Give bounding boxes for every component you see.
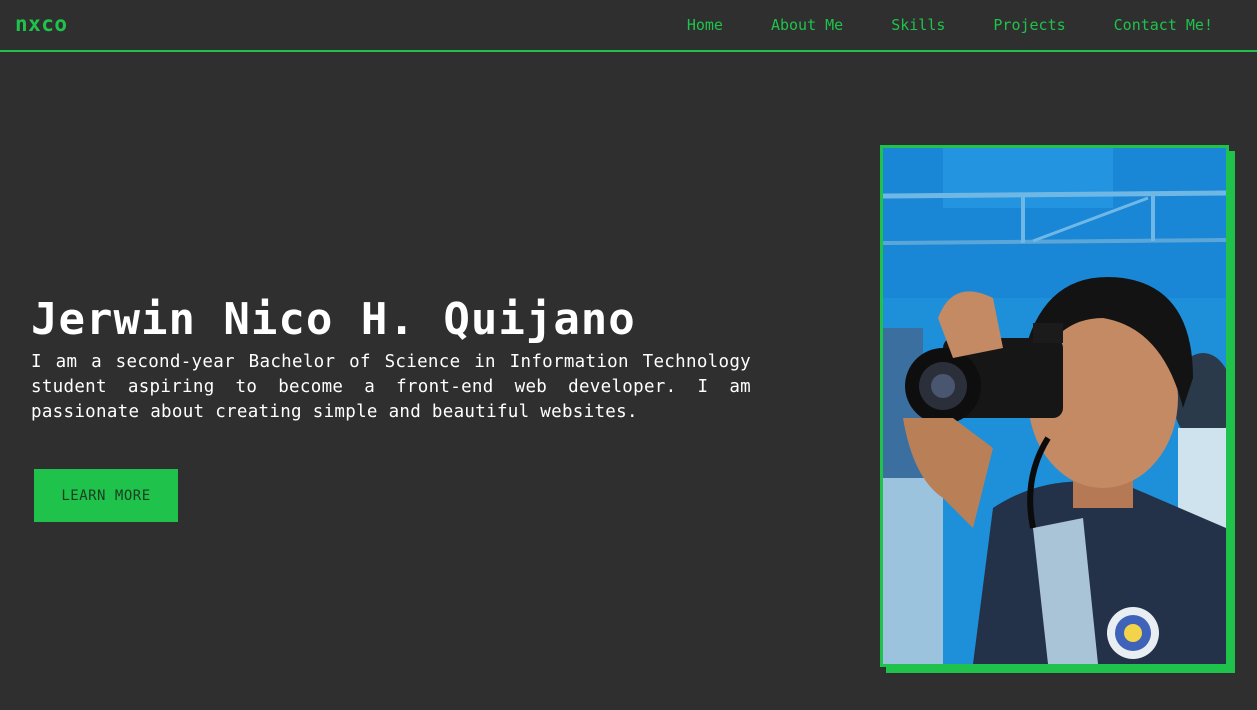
nav-link-contact-me[interactable]: Contact Me! bbox=[1114, 16, 1213, 34]
hero-description: I am a second-year Bachelor of Science i… bbox=[31, 352, 751, 422]
nav-link-home[interactable]: Home bbox=[687, 16, 723, 34]
hero-name: Jerwin Nico H. Quijano bbox=[31, 294, 636, 345]
nav-link-projects[interactable]: Projects bbox=[993, 16, 1065, 34]
nav-link-skills[interactable]: Skills bbox=[891, 16, 945, 34]
profile-photo bbox=[880, 145, 1229, 667]
learn-more-button[interactable]: LEARN MORE bbox=[34, 469, 178, 522]
site-logo[interactable]: nxco bbox=[15, 12, 68, 36]
nav-link-about-me[interactable]: About Me bbox=[771, 16, 843, 34]
navbar: nxco Home About Me Skills Projects Conta… bbox=[0, 0, 1257, 52]
nav-links: Home About Me Skills Projects Contact Me… bbox=[687, 16, 1213, 34]
person-with-camera-illustration bbox=[883, 148, 1226, 664]
hero-section: Jerwin Nico H. Quijano I am a second-yea… bbox=[31, 294, 751, 425]
